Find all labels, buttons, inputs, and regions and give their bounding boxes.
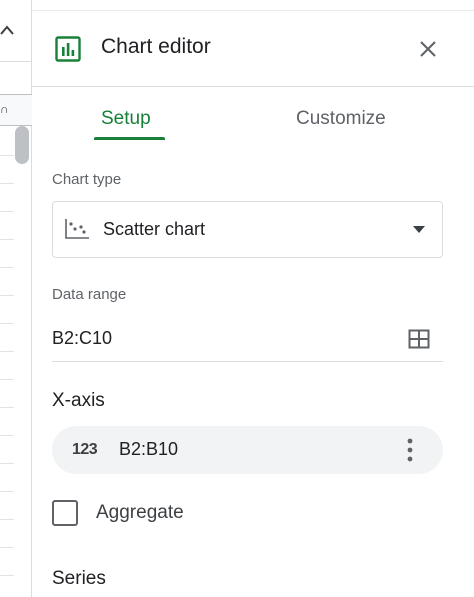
sheet-row-line [0,519,14,520]
sheet-row-line [0,575,14,576]
sheet-row-line [0,155,14,156]
number-type-icon: 123 [72,441,98,458]
editor-tabs: Setup Customize [32,88,474,142]
grid-select-icon[interactable] [408,329,430,349]
x-axis-chip[interactable]: 123 B2:B10 [52,426,443,474]
caret-up-icon[interactable] [0,24,14,36]
chart-editor-panel: Chart editor Setup Customize Chart type … [32,0,474,597]
close-icon[interactable] [417,38,439,60]
chart-type-dropdown[interactable]: Scatter chart [52,201,443,258]
sheet-row-line [0,267,14,268]
sheet-row-line [0,183,14,184]
sheet-row-line [0,323,14,324]
sheet-column-header: ∩ [0,94,32,126]
chart-type-label: Chart type [52,171,122,188]
sheet-row-line [0,463,14,464]
sheet-row-line [0,351,14,352]
sheet-row-line [0,407,14,408]
series-heading: Series [52,568,106,589]
active-tab-indicator [94,137,165,140]
scatter-chart-icon [65,219,89,239]
chart-type-value: Scatter chart [103,219,206,239]
sheet-row-line [0,239,14,240]
column-header-fragment: ∩ [0,102,9,116]
data-range-value: B2:C10 [52,328,113,348]
data-range-field[interactable]: B2:C10 [52,318,443,362]
aggregate-checkbox[interactable] [52,500,78,526]
sheet-toolbar-fragment [0,0,32,62]
data-range-label: Data range [52,286,127,303]
sheet-row-line [0,379,14,380]
tab-customize[interactable]: Customize [296,108,386,130]
sheet-row-line [0,295,14,296]
x-axis-range-value: B2:B10 [119,439,179,459]
sheet-scrollbar[interactable] [15,126,29,164]
spreadsheet-strip: ∩ [0,0,32,597]
panel-title: Chart editor [101,35,211,58]
sheet-row-line [0,211,14,212]
sheet-row-line [0,547,14,548]
chart-icon [55,36,81,62]
sheet-row-line [0,435,14,436]
aggregate-label: Aggregate [96,502,184,523]
more-vert-icon[interactable] [402,437,418,463]
tab-setup[interactable]: Setup [101,108,151,130]
dropdown-arrow-icon [413,226,425,233]
panel-header: Chart editor [32,11,474,87]
x-axis-heading: X-axis [52,390,105,411]
sheet-row-line [0,491,14,492]
